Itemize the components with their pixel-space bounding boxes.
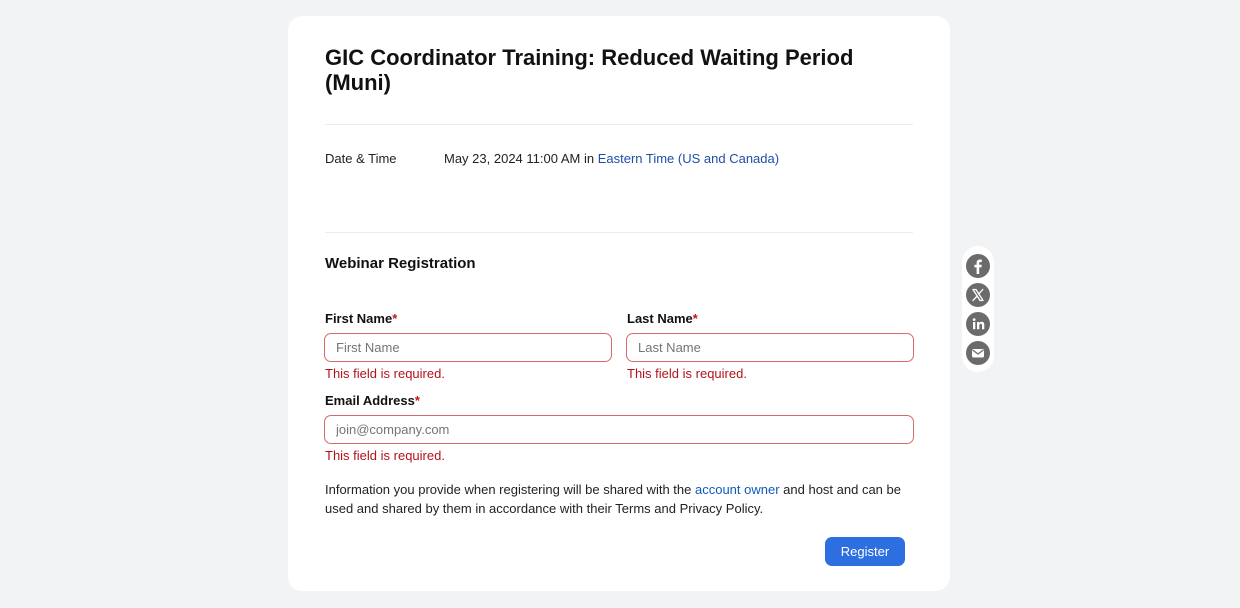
first-name-label: First Name* xyxy=(325,311,397,326)
date-time-value: May 23, 2024 11:00 AM in Eastern Time (U… xyxy=(444,151,779,166)
email-input[interactable] xyxy=(324,415,914,444)
date-time-label: Date & Time xyxy=(325,151,397,166)
date-time-text: May 23, 2024 11:00 AM in xyxy=(444,151,595,166)
email-label: Email Address* xyxy=(325,393,420,408)
last-name-input[interactable] xyxy=(626,333,914,362)
privacy-notice: Information you provide when registering… xyxy=(325,480,917,518)
linkedin-icon[interactable] xyxy=(966,312,990,336)
required-mark: * xyxy=(692,311,698,326)
first-name-input[interactable] xyxy=(324,333,612,362)
divider xyxy=(325,232,913,233)
email-icon[interactable] xyxy=(966,341,990,365)
account-owner-link[interactable]: account owner xyxy=(695,482,780,497)
email-label-text: Email Address xyxy=(325,393,415,408)
share-bar xyxy=(962,246,994,372)
email-error: This field is required. xyxy=(325,448,445,463)
timezone-link[interactable]: Eastern Time (US and Canada) xyxy=(598,151,779,166)
x-icon[interactable] xyxy=(966,283,990,307)
section-title: Webinar Registration xyxy=(325,255,476,272)
facebook-icon[interactable] xyxy=(966,254,990,278)
required-mark: * xyxy=(392,311,398,326)
last-name-error: This field is required. xyxy=(627,366,747,381)
first-name-error: This field is required. xyxy=(325,366,445,381)
divider xyxy=(325,124,913,125)
first-name-label-text: First Name xyxy=(325,311,393,326)
last-name-label-text: Last Name xyxy=(627,311,693,326)
registration-card: GIC Coordinator Training: Reduced Waitin… xyxy=(288,16,950,591)
page-title: GIC Coordinator Training: Reduced Waitin… xyxy=(325,45,854,95)
required-mark: * xyxy=(414,393,420,408)
register-button[interactable]: Register xyxy=(825,537,905,566)
last-name-label: Last Name* xyxy=(627,311,698,326)
notice-text: Information you provide when registering… xyxy=(325,482,695,497)
